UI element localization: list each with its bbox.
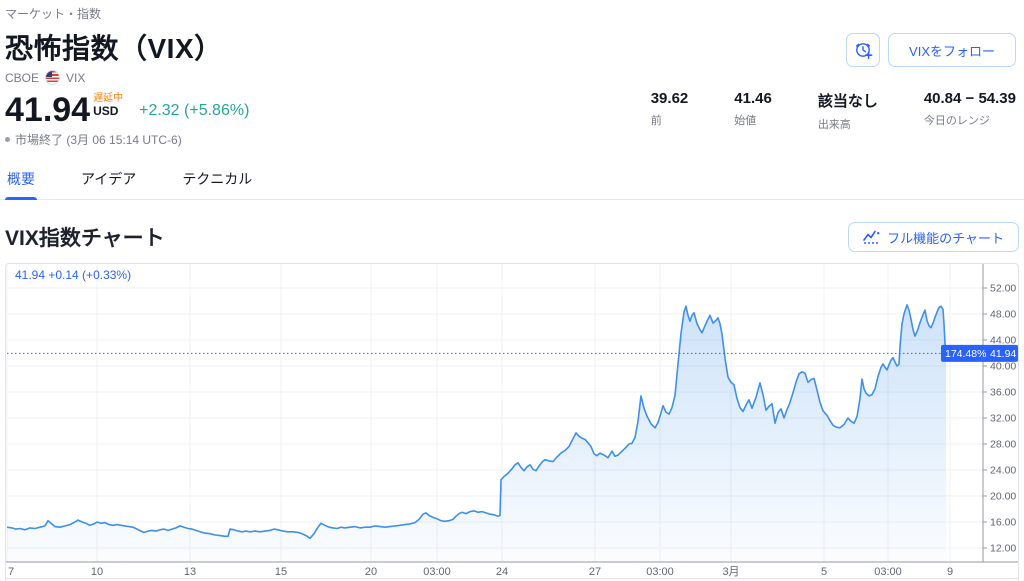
key-stats: 39.62 前 41.46 始値 該当なし出来高 40.84 − 54.39 今日のレンジ <box>651 90 1016 132</box>
stat-label: 始値 <box>734 112 772 128</box>
svg-text:52.00: 52.00 <box>990 283 1016 295</box>
current-price-value: 41.94 <box>990 348 1016 360</box>
svg-text:13: 13 <box>184 566 196 578</box>
tab-概要[interactable]: 概要 <box>5 160 37 199</box>
stat-label: 出来高 <box>818 116 878 132</box>
svg-text:27: 27 <box>589 566 601 578</box>
chart-card: 52.00 48.00 44.00 40.00 36.00 32.00 28.00 24.00… <box>5 263 1019 581</box>
stat-value: 該当なし <box>818 90 878 111</box>
follow-button[interactable]: VIXをフォロー <box>888 33 1016 67</box>
svg-text:7: 7 <box>8 566 14 578</box>
stat-value: 41.46 <box>734 90 772 107</box>
chart-legend: 41.94 +0.14 (+0.33%) <box>15 268 131 282</box>
svg-text:20.00: 20.00 <box>990 491 1016 503</box>
svg-text:03:00: 03:00 <box>874 566 902 578</box>
section-title: VIX指数チャート <box>5 222 165 252</box>
stat-value: 40.84 − 54.39 <box>924 90 1016 107</box>
svg-text:15: 15 <box>275 566 287 578</box>
market-closed-dot-icon <box>5 137 10 142</box>
svg-text:10: 10 <box>91 566 103 578</box>
stat-label: 前 <box>651 112 689 128</box>
svg-text:48.00: 48.00 <box>990 309 1016 321</box>
stat-item: 41.46 始値 <box>734 90 772 132</box>
exchange-label: CBOE <box>5 71 39 85</box>
stat-value: 39.62 <box>651 90 689 107</box>
header-actions: VIXをフォロー <box>846 33 1016 67</box>
svg-text:40.00: 40.00 <box>990 361 1016 373</box>
breadcrumb[interactable]: マーケット・指数 <box>5 5 1019 22</box>
svg-text:24.00: 24.00 <box>990 465 1016 477</box>
svg-text:20: 20 <box>365 566 377 578</box>
vix-overview-page: マーケット・指数 恐怖指数（VIX） CBOE VIX VIXをフォロー 41.… <box>0 5 1024 581</box>
svg-text:9: 9 <box>947 566 953 578</box>
vix-price-chart[interactable]: 52.00 48.00 44.00 40.00 36.00 32.00 28.00 24.00… <box>6 264 1018 578</box>
svg-text:44.00: 44.00 <box>990 335 1016 347</box>
us-flag-icon <box>45 70 60 85</box>
symbol-label: VIX <box>66 71 85 85</box>
svg-text:28.00: 28.00 <box>990 439 1016 451</box>
stat-label: 今日のレンジ <box>924 112 1016 128</box>
svg-text:32.00: 32.00 <box>990 413 1016 425</box>
tab-bar: 概要 アイデア テクニカル <box>0 160 1024 200</box>
tab-アイデア[interactable]: アイデア <box>79 160 138 199</box>
svg-text:24: 24 <box>496 566 508 578</box>
stat-item: 40.84 − 54.39 今日のレンジ <box>924 90 1016 132</box>
add-alert-button[interactable] <box>846 33 880 67</box>
svg-text:03:00: 03:00 <box>646 566 674 578</box>
market-status-row: 市場終了 (3月 06 15:14 UTC-6) <box>5 131 1019 148</box>
chart-section-header: VIX指数チャート フル機能のチャート <box>5 222 1019 252</box>
price-value: 41.94 <box>5 92 90 128</box>
tab-テクニカル[interactable]: テクニカル <box>180 160 254 199</box>
svg-text:16.00: 16.00 <box>990 517 1016 529</box>
svg-text:3月: 3月 <box>722 566 739 578</box>
full-chart-button[interactable]: フル機能のチャート <box>848 222 1019 252</box>
percent-change-label: 174.48% <box>945 348 986 360</box>
delayed-badge: 遅延中 <box>93 93 123 104</box>
svg-text:03:00: 03:00 <box>423 566 451 578</box>
currency-label: USD <box>93 104 123 118</box>
symbol-row: CBOE VIX <box>5 70 1019 85</box>
stat-item: 該当なし出来高 <box>818 90 878 132</box>
x-axis-labels: 7 10 13 15 20 03:00 24 27 03:00 3月 5 03:00 9 <box>8 566 953 578</box>
stat-item: 39.62 前 <box>651 90 689 132</box>
market-status: 市場終了 (3月 06 15:14 UTC-6) <box>15 131 182 148</box>
svg-text:5: 5 <box>821 566 827 578</box>
svg-text:36.00: 36.00 <box>990 387 1016 399</box>
area-fill <box>7 305 946 562</box>
alarm-plus-icon <box>854 41 873 60</box>
y-axis-labels: 52.00 48.00 44.00 40.00 36.00 32.00 28.00 24.00… <box>983 283 1016 555</box>
svg-text:12.00: 12.00 <box>990 543 1016 555</box>
chart-line-icon <box>863 230 880 244</box>
price-change: +2.32 (+5.86%) <box>139 102 249 120</box>
